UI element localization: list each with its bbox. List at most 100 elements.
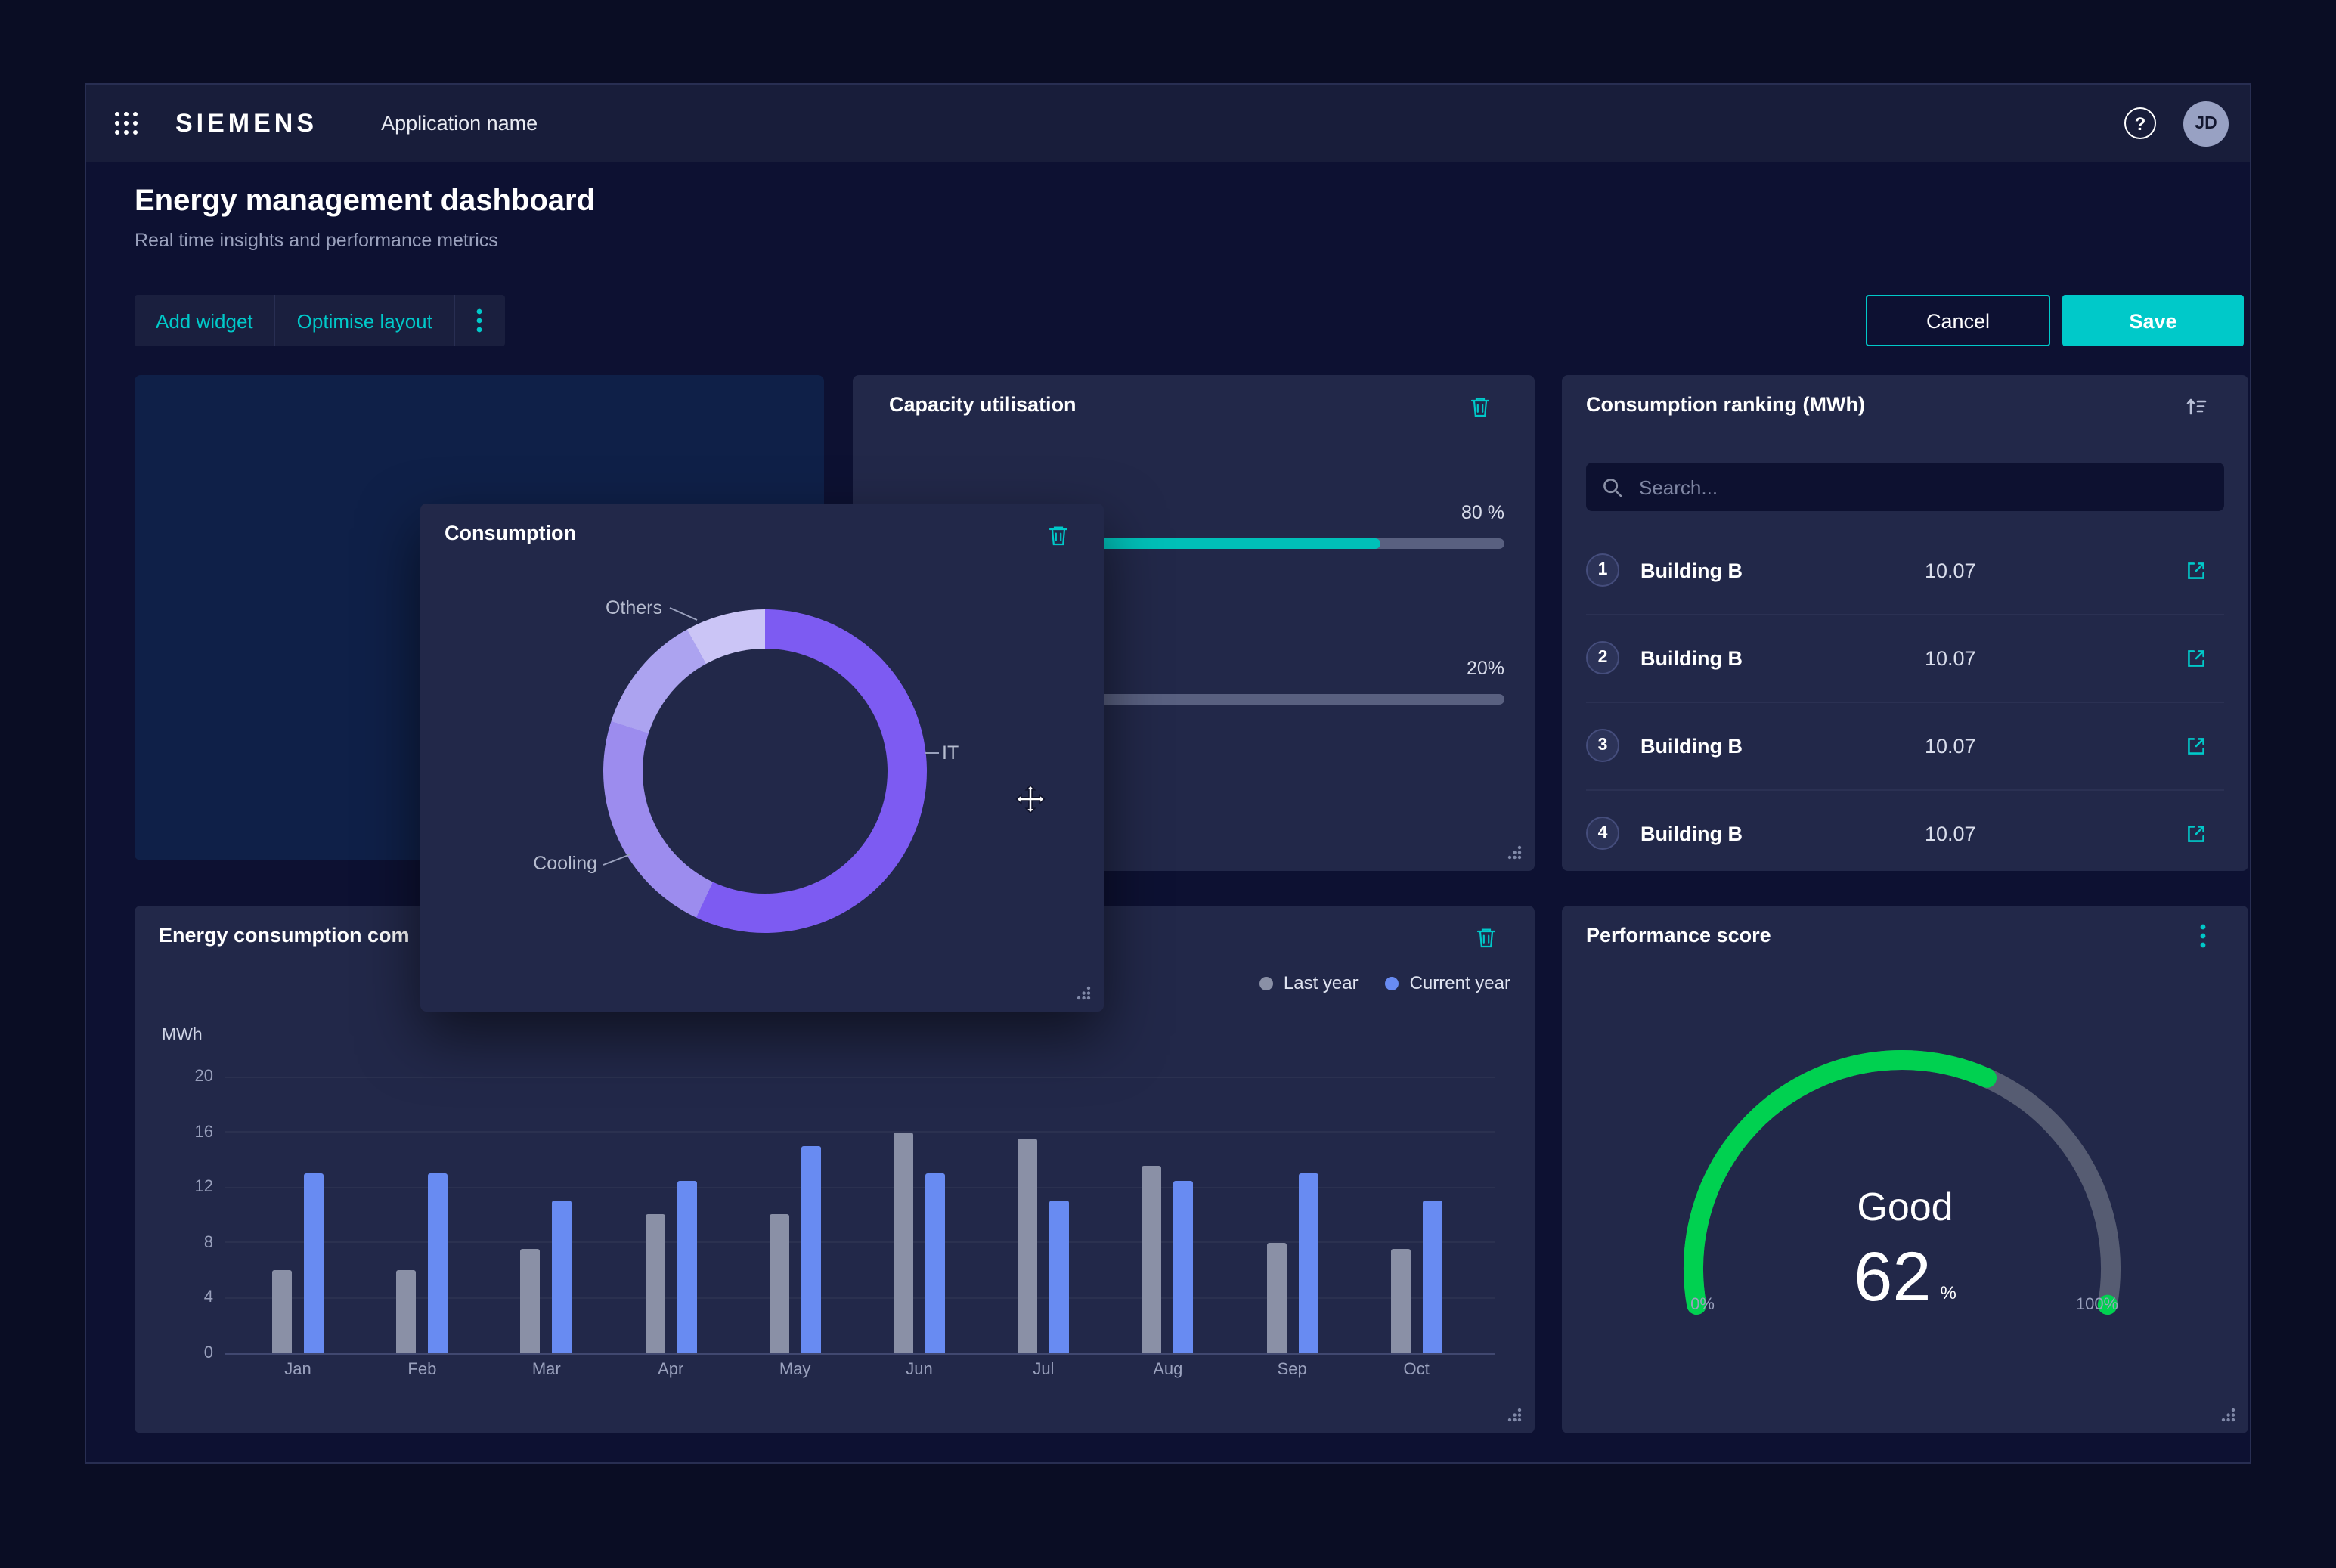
bar-last-year-oct [1391, 1249, 1411, 1353]
rank-badge: 3 [1586, 729, 1619, 762]
rank-badge: 4 [1586, 817, 1619, 850]
app-window: SIEMENS Application name ? JD Energy man… [85, 83, 2251, 1464]
ranking-row: 1 Building B 10.07 [1586, 526, 2224, 615]
donut-hole [643, 649, 888, 894]
ranking-row: 3 Building B 10.07 [1586, 702, 2224, 791]
bar-current-year-sep [1298, 1173, 1318, 1353]
consumption-widget-title: Consumption [445, 522, 576, 544]
resize-handle[interactable] [2220, 1406, 2236, 1423]
x-axis-label: Aug [1129, 1361, 1207, 1379]
y-axis-tick: 20 [165, 1068, 213, 1086]
legend-dot [1386, 976, 1399, 990]
x-axis-label: May [756, 1361, 835, 1379]
help-icon[interactable]: ? [2124, 107, 2156, 139]
x-axis-label: Feb [383, 1361, 461, 1379]
bar-current-year-feb [428, 1173, 448, 1353]
donut-label-it: IT [942, 742, 959, 764]
score-value: 62 % [1562, 1241, 2248, 1311]
consumption-value: 10.07 [1925, 734, 1976, 757]
building-name: Building B [1640, 734, 1743, 757]
open-external-icon[interactable] [2183, 557, 2209, 583]
bar-current-year-jul [1049, 1201, 1069, 1353]
bar-current-year-oct [1423, 1201, 1442, 1353]
consumption-value: 10.07 [1925, 646, 1976, 669]
bar-last-year-jun [894, 1133, 913, 1353]
donut-label-others: Others [606, 597, 662, 618]
resize-handle[interactable] [1075, 984, 1092, 1001]
help-glyph: ? [2135, 113, 2146, 134]
add-widget-button[interactable]: Add widget [135, 295, 274, 346]
bar-last-year-aug [1142, 1166, 1162, 1353]
performance-widget: Performance score Good 62 % 0% 100% [1562, 906, 2248, 1433]
y-axis-title: MWh [162, 1027, 203, 1045]
app-launcher-icon[interactable] [113, 110, 139, 136]
x-axis-label: Oct [1377, 1361, 1456, 1379]
capacity-widget-title: Capacity utilisation [889, 393, 1077, 416]
sort-icon[interactable] [2182, 393, 2212, 420]
search-icon [1601, 476, 1624, 498]
ranking-widget-title: Consumption ranking (MWh) [1586, 393, 1865, 416]
bar-last-year-may [770, 1214, 789, 1353]
avatar[interactable]: JD [2183, 101, 2229, 146]
gridline [225, 1131, 1495, 1133]
cancel-button[interactable]: Cancel [1866, 295, 2050, 346]
y-axis-tick: 16 [165, 1123, 213, 1141]
score-number: 62 [1854, 1241, 1931, 1311]
energy-widget-title: Energy consumption com [159, 924, 410, 947]
y-axis-tick: 4 [165, 1289, 213, 1307]
score-label: Good [1562, 1184, 2248, 1231]
bar-last-year-feb [396, 1270, 416, 1353]
save-button[interactable]: Save [2062, 295, 2244, 346]
bar-current-year-aug [1174, 1181, 1194, 1353]
energy-plot: 048121620JanFebMarAprMayJunJulAugSepOct [225, 1077, 1495, 1353]
resize-handle[interactable] [1506, 1406, 1523, 1423]
bar-last-year-jan [272, 1270, 292, 1353]
gauge-min-label: 0% [1677, 1296, 1728, 1314]
bar-current-year-apr [677, 1181, 696, 1353]
x-axis-label: Jul [1004, 1361, 1083, 1379]
widget-toolbar: Add widget Optimise layout [135, 295, 505, 346]
gauge-max-label: 100% [2064, 1296, 2130, 1314]
move-cursor-icon [1015, 783, 1046, 815]
open-external-icon[interactable] [2183, 733, 2209, 758]
open-external-icon[interactable] [2183, 820, 2209, 846]
search-box [1586, 463, 2224, 511]
toolbar-more-icon[interactable] [454, 295, 505, 346]
building-name: Building B [1640, 559, 1743, 581]
ranking-row: 2 Building B 10.07 [1586, 614, 2224, 703]
app-root: SIEMENS Application name ? JD Energy man… [0, 0, 2336, 1568]
page-head: Energy management dashboard Real time in… [135, 184, 595, 251]
building-name: Building B [1640, 646, 1743, 669]
app-name: Application name [381, 112, 538, 135]
legend-label: Last year [1284, 972, 1359, 993]
y-axis-tick: 12 [165, 1178, 213, 1196]
y-axis-tick: 0 [165, 1344, 213, 1362]
bar-last-year-mar [521, 1249, 541, 1353]
page-subtitle: Real time insights and performance metri… [135, 230, 595, 251]
open-external-icon[interactable] [2183, 645, 2209, 671]
x-axis-label: Mar [507, 1361, 586, 1379]
resize-handle[interactable] [1506, 844, 1523, 860]
optimise-layout-button[interactable]: Optimise layout [274, 295, 454, 346]
consumption-widget[interactable]: Consumption Others IT Cooling [420, 504, 1104, 1012]
bar-last-year-jul [1018, 1139, 1037, 1353]
y-axis-tick: 8 [165, 1234, 213, 1252]
bar-current-year-may [801, 1146, 821, 1353]
bar-last-year-sep [1266, 1243, 1286, 1353]
legend-item: Last year [1259, 972, 1359, 993]
bar-current-year-jan [304, 1173, 324, 1353]
search-input[interactable] [1636, 474, 2209, 500]
rank-badge: 2 [1586, 641, 1619, 674]
ranking-row: 4 Building B 10.07 [1586, 789, 2224, 877]
legend-dot [1259, 976, 1273, 990]
consumption-value: 10.07 [1925, 822, 1976, 844]
donut-label-cooling: Cooling [533, 853, 597, 874]
bar-last-year-apr [645, 1214, 665, 1353]
building-name: Building B [1640, 822, 1743, 844]
rank-badge: 1 [1586, 553, 1619, 587]
delete-widget-icon[interactable] [1046, 522, 1074, 549]
delete-widget-icon[interactable] [1468, 393, 1495, 420]
delete-widget-icon[interactable] [1474, 924, 1501, 951]
x-axis-label: Apr [631, 1361, 710, 1379]
legend-label: Current year [1410, 972, 1510, 993]
